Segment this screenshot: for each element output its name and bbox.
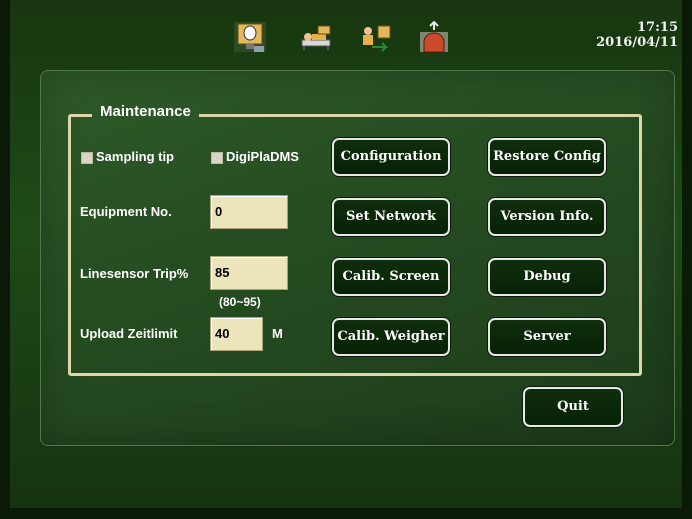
upload-limit-unit: M: [272, 326, 283, 341]
calib-screen-button[interactable]: Calib. Screen: [332, 258, 450, 296]
digipladms-label: DigiPlaDMS: [226, 149, 299, 164]
transfer-icon[interactable]: [358, 20, 394, 54]
set-network-button[interactable]: Set Network: [332, 198, 450, 236]
screen-bezel-bottom: [0, 508, 692, 519]
equipment-no-label: Equipment No.: [80, 204, 172, 219]
linesensor-trip-range: (80~95): [219, 295, 261, 309]
calib-weigher-button[interactable]: Calib. Weigher: [332, 318, 450, 356]
bed-patient-icon[interactable]: [298, 20, 334, 54]
server-button[interactable]: Server: [488, 318, 606, 356]
digipladms-checkbox[interactable]: [211, 152, 223, 164]
version-info-button[interactable]: Version Info.: [488, 198, 606, 236]
linesensor-trip-label: Linesensor Trip%: [80, 266, 189, 281]
clock: 17:15 2016/04/11: [596, 20, 678, 50]
maintenance-title: Maintenance: [92, 103, 199, 120]
sampling-tip-checkbox[interactable]: [81, 152, 93, 164]
clock-time: 17:15: [637, 20, 678, 35]
restore-config-button[interactable]: Restore Config: [488, 138, 606, 176]
screen-bezel-right: [682, 0, 692, 519]
upload-limit-input[interactable]: 40: [210, 317, 263, 351]
quit-button[interactable]: Quit: [523, 387, 623, 427]
screen-bezel-left: [0, 0, 10, 519]
linesensor-trip-input[interactable]: 85: [210, 256, 288, 290]
sampling-tip-label: Sampling tip: [96, 149, 174, 164]
clock-date: 2016/04/11: [596, 35, 678, 50]
equipment-no-input[interactable]: 0: [210, 195, 288, 229]
debug-button[interactable]: Debug: [488, 258, 606, 296]
configuration-button[interactable]: Configuration: [332, 138, 450, 176]
upload-limit-label: Upload Zeitlimit: [80, 326, 178, 341]
sampling-station-icon[interactable]: [232, 20, 268, 54]
upload-container-icon[interactable]: [416, 20, 452, 54]
